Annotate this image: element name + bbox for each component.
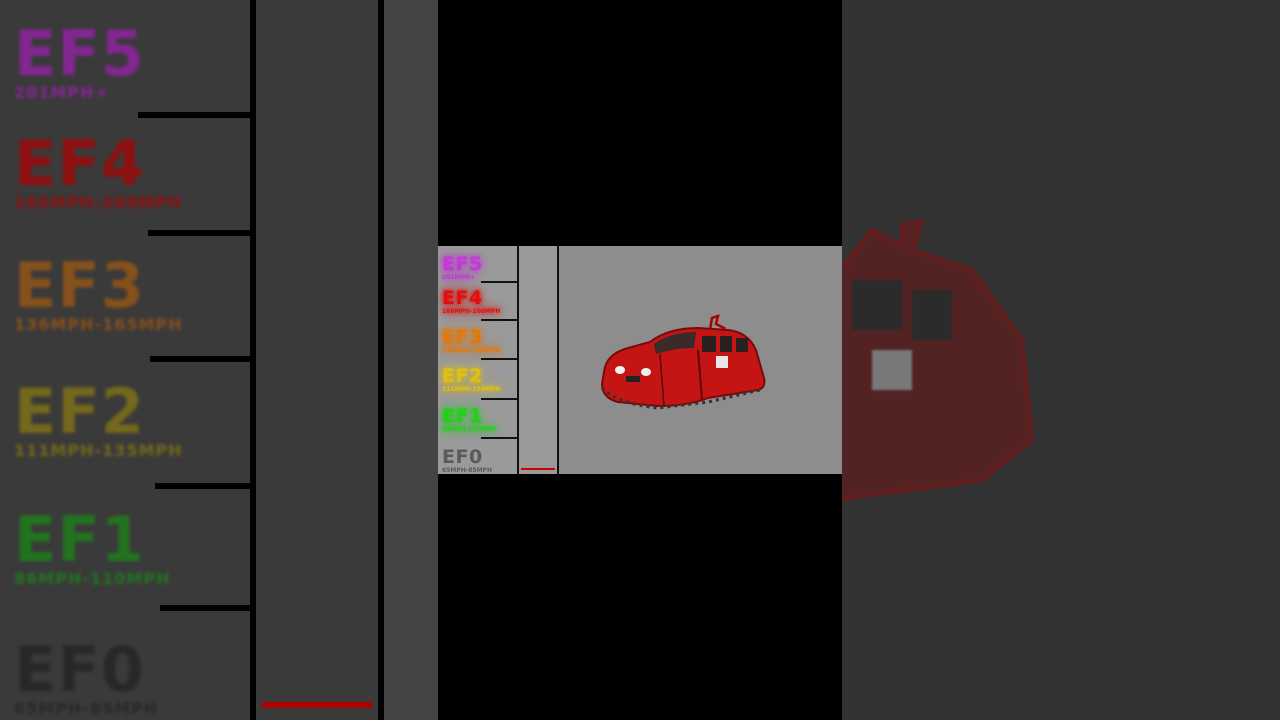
bg-meter-fill xyxy=(262,702,372,708)
ef5-label: EF5 201MPH+ xyxy=(442,253,483,282)
bg-label-ef0: EF0 65MPH-85MPH xyxy=(14,633,159,718)
meter-divider xyxy=(557,246,559,474)
scale-tick xyxy=(481,437,517,439)
bg-tick xyxy=(138,112,252,118)
background-blur-left: EF5 201MPH+ EF4 166MPH-200MPH EF3 136MPH-16… xyxy=(0,0,438,720)
bg-tick xyxy=(150,356,252,362)
bg-tick xyxy=(160,605,252,611)
ef1-label: EF1 86MPH-110MPH xyxy=(442,405,497,434)
ef0-label: EF0 65MPH-85MPH xyxy=(442,446,492,475)
bg-divider xyxy=(250,0,256,720)
bg-tick xyxy=(155,483,252,489)
scale-tick xyxy=(481,319,517,321)
bg-label-ef4: EF4 166MPH-200MPH xyxy=(14,127,183,212)
wind-meter xyxy=(519,246,557,474)
bg-label-ef2: EF2 111MPH-135MPH xyxy=(14,375,183,460)
ef2-label: EF2 111MPH-135MPH xyxy=(442,365,501,394)
scale-tick xyxy=(481,358,517,360)
bg-label-ef5: EF5 201MPH+ xyxy=(14,17,145,102)
placard-icon xyxy=(716,356,728,368)
background-blur-right xyxy=(842,0,1280,720)
ef3-label: EF3 136MPH-165MPH xyxy=(442,326,501,355)
bg-label-ef1: EF1 86MPH-110MPH xyxy=(14,503,171,588)
intercept-vehicle-image xyxy=(600,314,766,410)
bg-car-image xyxy=(842,220,1035,501)
video-frame: EF5 201MPH+ EF4 166MPH-200MPH EF3 136MPH-16… xyxy=(438,246,842,474)
bg-panel xyxy=(384,0,438,720)
bg-tick xyxy=(148,230,252,236)
wind-meter-fill xyxy=(521,468,555,470)
scale-tick xyxy=(481,398,517,400)
scale-tick xyxy=(481,281,517,283)
ef4-label: EF4 166MPH-200MPH xyxy=(442,287,501,316)
bg-label-ef3: EF3 136MPH-165MPH xyxy=(14,249,183,334)
